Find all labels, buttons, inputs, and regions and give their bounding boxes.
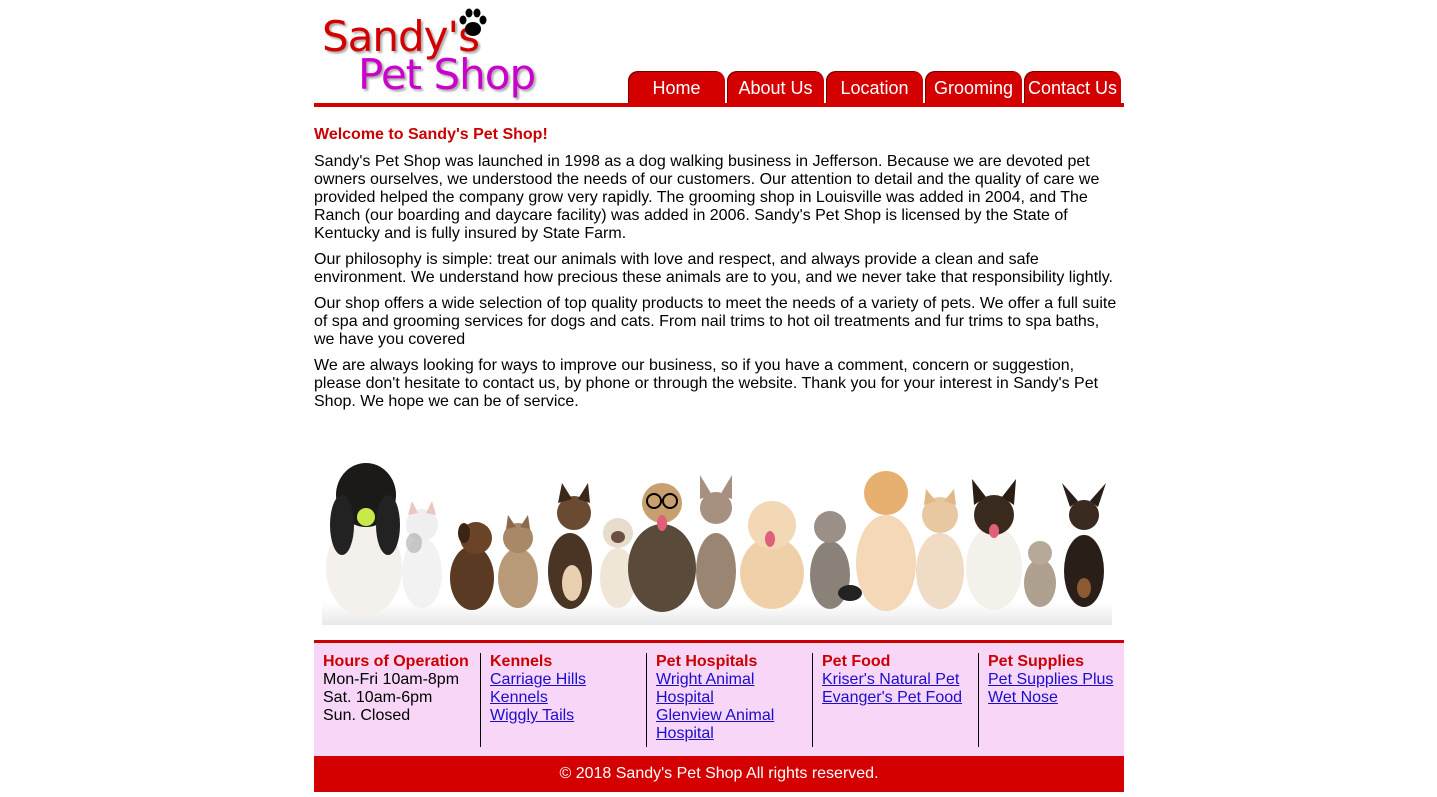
supplies-column: Pet Supplies Pet Supplies Plus Wet Nose xyxy=(978,653,1124,747)
yorkie-with-glasses-figure xyxy=(628,483,696,612)
welcome-heading: Welcome to Sandy's Pet Shop! xyxy=(314,126,548,143)
paragraph-products: Our shop offers a wide selection of top … xyxy=(314,295,1117,348)
brown-puppy-figure xyxy=(450,522,494,610)
hospitals-title: Pet Hospitals xyxy=(656,653,758,670)
white-kitten-figure xyxy=(402,501,442,608)
spaniel-dog-figure xyxy=(326,463,402,616)
kennel-link-wiggly-tails[interactable]: Wiggly Tails xyxy=(490,707,648,725)
paw-print-icon xyxy=(459,8,487,36)
food-link-krisers[interactable]: Kriser's Natural Pet xyxy=(822,671,980,689)
food-link-evangers[interactable]: Evanger's Pet Food xyxy=(822,689,980,707)
cream-cat-figure xyxy=(916,489,964,609)
corgi-puppy-figure xyxy=(966,479,1022,610)
hospital-link-wright[interactable]: Wright Animal Hospital xyxy=(656,671,814,707)
nav-contact-us[interactable]: Contact Us xyxy=(1024,71,1121,104)
paragraph-philosophy: Our philosophy is simple: treat our anim… xyxy=(314,251,1113,286)
nav-home[interactable]: Home xyxy=(628,71,725,104)
supplies-link-pet-supplies-plus[interactable]: Pet Supplies Plus xyxy=(988,671,1124,689)
paragraph-history: Sandy's Pet Shop was launched in 1998 as… xyxy=(314,153,1100,242)
supplies-title: Pet Supplies xyxy=(988,653,1085,670)
kennels-column: Kennels Carriage Hills Kennels Wiggly Ta… xyxy=(480,653,648,747)
copyright-bar: © 2018 Sandy's Pet Shop All rights reser… xyxy=(314,756,1124,792)
orange-pomeranian-figure xyxy=(856,471,916,611)
supplies-link-wet-nose[interactable]: Wet Nose xyxy=(988,689,1124,707)
paragraph-contact: We are always looking for ways to improv… xyxy=(314,357,1099,410)
main-nav: Home About Us Location Grooming Contact … xyxy=(628,71,1121,104)
hours-title: Hours of Operation xyxy=(323,653,469,670)
nav-about-us[interactable]: About Us xyxy=(727,71,824,104)
nav-grooming[interactable]: Grooming xyxy=(925,71,1022,104)
site-header: Sandy's Pet Shop Home About Us Location … xyxy=(314,0,1124,107)
footer-directory: Hours of Operation Mon-Fri 10am-8pm Sat.… xyxy=(314,640,1124,756)
pomeranian-figure xyxy=(740,501,804,609)
hours-weekday: Mon-Fri 10am-8pm xyxy=(323,671,460,688)
grey-tabby-kitten-figure xyxy=(810,511,862,609)
hospital-link-glenview[interactable]: Glenview Animal Hospital xyxy=(656,707,814,743)
kennels-title: Kennels xyxy=(490,653,553,670)
pets-banner-image xyxy=(322,463,1112,625)
hours-sunday: Sun. Closed xyxy=(323,707,411,724)
logo-text-pet-shop: Pet Shop xyxy=(358,50,536,99)
food-column: Pet Food Kriser's Natural Pet Evanger's … xyxy=(812,653,980,747)
small-kitten-figure xyxy=(1024,541,1056,607)
hours-column: Hours of Operation Mon-Fri 10am-8pm Sat.… xyxy=(323,653,481,725)
page-container: Sandy's Pet Shop Home About Us Location … xyxy=(314,0,1124,792)
main-content: Welcome to Sandy's Pet Shop! Sandy's Pet… xyxy=(314,107,1124,633)
sphynx-cat-figure xyxy=(696,475,736,609)
kennel-link-carriage-hills[interactable]: Carriage Hills Kennels xyxy=(490,671,648,707)
site-logo[interactable]: Sandy's Pet Shop xyxy=(320,6,560,102)
hospitals-column: Pet Hospitals Wright Animal Hospital Gle… xyxy=(646,653,814,747)
hours-saturday: Sat. 10am-6pm xyxy=(323,689,433,706)
tabby-kitten-figure xyxy=(498,515,538,608)
header-divider xyxy=(314,103,1124,107)
food-title: Pet Food xyxy=(822,653,891,670)
shepherd-puppy-figure xyxy=(548,483,592,609)
miniature-pinscher-figure xyxy=(1062,483,1106,607)
nav-location[interactable]: Location xyxy=(826,71,923,104)
